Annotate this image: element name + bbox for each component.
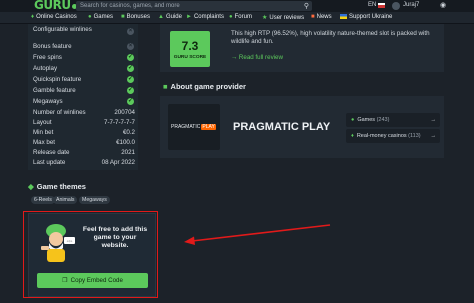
annotation-arrow bbox=[184, 224, 331, 245]
